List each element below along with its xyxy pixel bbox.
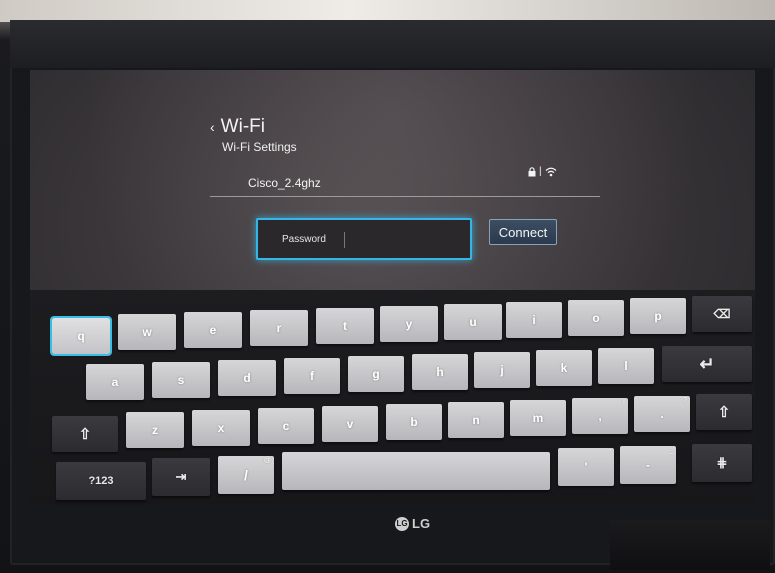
separator: | xyxy=(539,166,542,177)
key-o[interactable]: o xyxy=(568,300,624,336)
connect-button[interactable]: Connect xyxy=(489,219,557,245)
shift-key-left[interactable]: ⇧ xyxy=(52,416,118,452)
key-m[interactable]: m xyxy=(510,400,566,436)
key-f[interactable]: f xyxy=(284,358,340,394)
key-s[interactable]: s xyxy=(152,362,210,398)
key-period-hint: ? xyxy=(683,397,687,404)
lg-logo-text: LG xyxy=(412,516,431,531)
key-d[interactable]: d xyxy=(218,360,276,396)
shift-key-right[interactable]: ⇧ xyxy=(696,394,752,430)
key-dash-label: - xyxy=(646,458,650,472)
tv-bezel-top xyxy=(10,20,775,68)
key-w[interactable]: w xyxy=(118,314,176,350)
key-slash-hint: @ xyxy=(263,457,271,464)
spacebar[interactable] xyxy=(282,452,550,490)
lg-logo-mark: LG xyxy=(395,516,409,531)
key-dash[interactable]: - _ xyxy=(620,446,676,484)
key-v[interactable]: v xyxy=(322,406,378,442)
key-period-label: . xyxy=(660,407,664,421)
key-h[interactable]: h xyxy=(412,354,468,390)
backspace-key[interactable]: ⌫ xyxy=(692,296,752,332)
key-comma-hint: ! xyxy=(623,399,625,406)
password-label: Password xyxy=(282,234,326,245)
page-title: Wi-Fi xyxy=(220,116,265,137)
network-name: Cisco_2.4ghz xyxy=(248,176,321,190)
wifi-icon xyxy=(545,167,557,176)
key-z[interactable]: z xyxy=(126,412,184,448)
key-n[interactable]: n xyxy=(448,402,504,438)
settings-key[interactable]: ⋕ xyxy=(692,444,752,482)
key-c[interactable]: c xyxy=(258,408,314,444)
back-button[interactable]: ‹ Wi-Fi xyxy=(210,116,265,138)
network-status: | xyxy=(528,166,557,177)
cables-background xyxy=(610,520,770,570)
key-x[interactable]: x xyxy=(192,410,250,446)
key-a[interactable]: a xyxy=(86,364,144,400)
tab-key[interactable]: ⇥ xyxy=(152,458,210,496)
symbols-key[interactable]: ?123 xyxy=(56,462,146,500)
key-apostrophe-hint: " xyxy=(608,449,612,456)
page-subtitle: Wi-Fi Settings xyxy=(222,140,297,154)
onscreen-keyboard: q w e r t y u i o p ⌫ a s d f g h j k l … xyxy=(30,290,755,505)
key-comma-label: , xyxy=(598,409,602,423)
lock-icon xyxy=(528,166,536,176)
key-l[interactable]: l xyxy=(598,348,654,384)
key-u[interactable]: u xyxy=(444,304,502,340)
key-t[interactable]: t xyxy=(316,308,374,344)
key-slash[interactable]: / @ xyxy=(218,456,274,494)
key-g[interactable]: g xyxy=(348,356,404,392)
divider xyxy=(210,196,600,197)
chevron-left-icon: ‹ xyxy=(210,119,215,135)
key-k[interactable]: k xyxy=(536,350,592,386)
wall-background xyxy=(0,0,775,22)
tv-screen: ‹ Wi-Fi Wi-Fi Settings Cisco_2.4ghz | Pa… xyxy=(30,70,755,505)
key-q[interactable]: q xyxy=(50,316,112,356)
key-period[interactable]: . ? xyxy=(634,396,690,432)
key-dash-hint: _ xyxy=(669,447,673,454)
password-field[interactable]: Password xyxy=(256,218,472,260)
key-e[interactable]: e xyxy=(184,312,242,348)
key-y[interactable]: y xyxy=(380,306,438,342)
key-b[interactable]: b xyxy=(386,404,442,440)
key-r[interactable]: r xyxy=(250,310,308,346)
key-slash-label: / xyxy=(244,467,248,483)
key-apostrophe[interactable]: ' " xyxy=(558,448,614,486)
key-p[interactable]: p xyxy=(630,298,686,334)
text-cursor xyxy=(344,232,345,248)
lg-logo: LG LG xyxy=(395,516,430,531)
enter-key[interactable]: ↵ xyxy=(662,346,752,382)
key-i[interactable]: i xyxy=(506,302,562,338)
key-comma[interactable]: , ! xyxy=(572,398,628,434)
key-j[interactable]: j xyxy=(474,352,530,388)
key-apostrophe-label: ' xyxy=(584,460,588,474)
